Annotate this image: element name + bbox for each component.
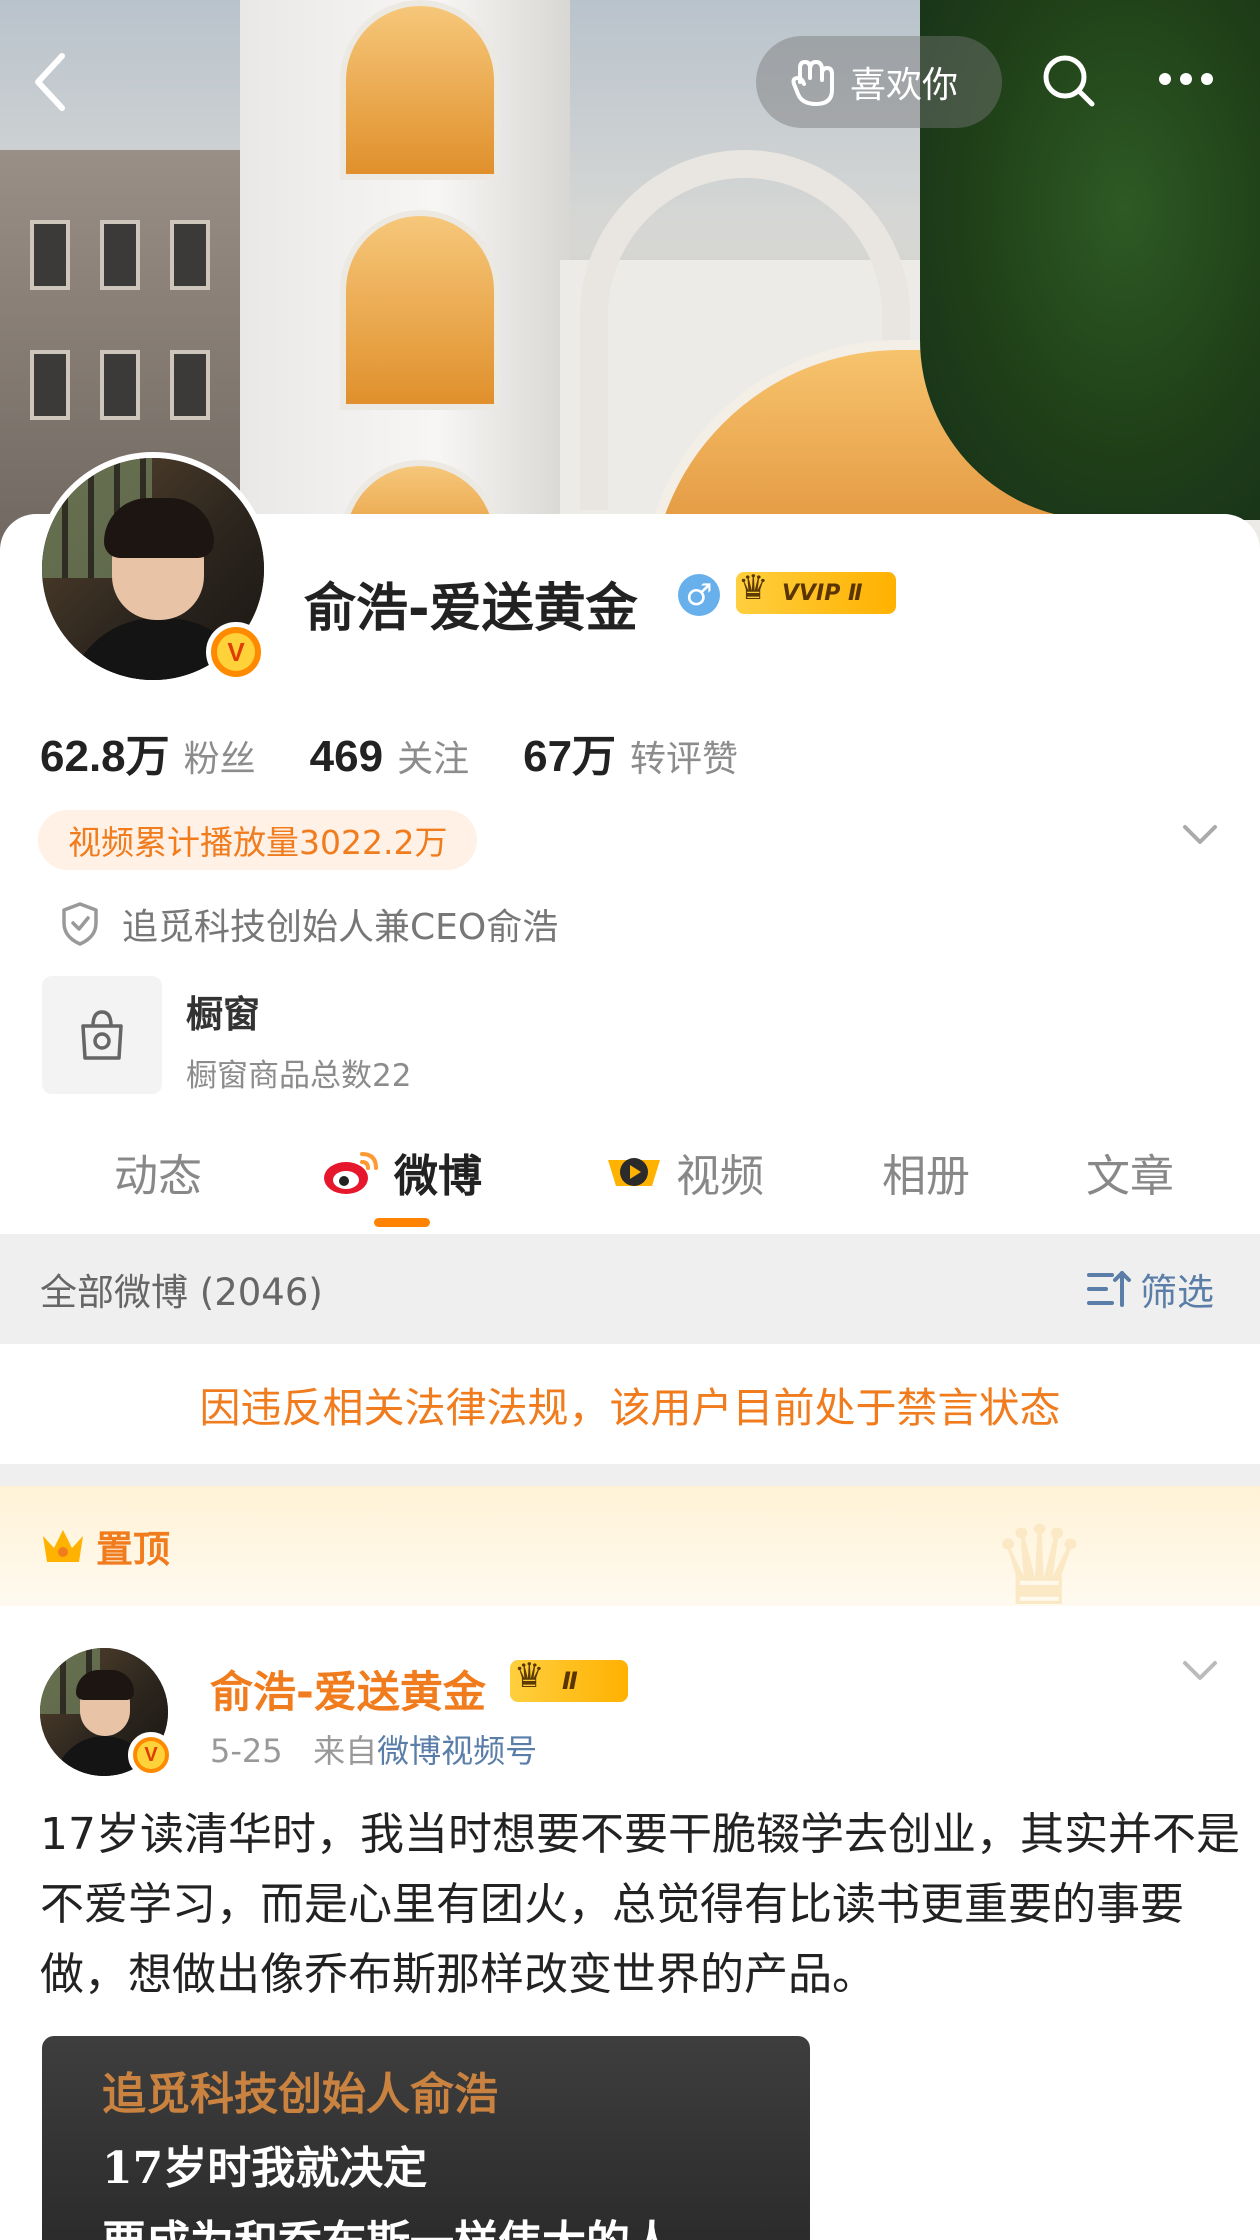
chevron-down-icon[interactable] bbox=[1182, 824, 1218, 846]
vvip-badge[interactable]: ♛ VVIP Ⅱ bbox=[736, 568, 896, 614]
vvip-label: VVIP Ⅱ bbox=[782, 580, 863, 606]
hand-wave-icon bbox=[791, 60, 834, 106]
post-verified-badge-icon: V bbox=[128, 1732, 174, 1778]
profile-tabs: 动态 微博 视频 相册 文章 bbox=[0, 1140, 1260, 1234]
all-weibo-count[interactable]: 全部微博 (2046) bbox=[40, 1262, 323, 1316]
filter-label: 筛选 bbox=[1140, 1271, 1214, 1314]
filter-icon bbox=[1087, 1271, 1131, 1307]
post-menu-chevron-icon[interactable] bbox=[1182, 1660, 1218, 1682]
stat-interactions[interactable]: 67万 转评赞 bbox=[523, 720, 738, 784]
search-icon[interactable] bbox=[1040, 52, 1098, 110]
thumbnail-line-2: 17岁时我就决定 bbox=[102, 2143, 428, 2194]
stat-label: 转评赞 bbox=[630, 739, 739, 780]
section-divider bbox=[0, 1464, 1260, 1486]
thumbnail-line-1: 追觅科技创始人俞浩 bbox=[102, 2069, 498, 2120]
tab-video[interactable]: 视频 bbox=[604, 1140, 764, 1204]
verification-info: 追觅科技创始人兼CEO俞浩 bbox=[60, 898, 558, 950]
weibo-filter-bar: 全部微博 (2046) 筛选 bbox=[0, 1234, 1260, 1344]
post-vip-label: Ⅱ bbox=[562, 1667, 578, 1695]
profile-stats: 62.8万 粉丝 469 关注 67万 转评赞 bbox=[40, 720, 792, 784]
verified-badge-icon: V bbox=[206, 622, 266, 682]
post-video-thumbnail[interactable]: 追觅科技创始人俞浩 17岁时我就决定 要成为和乔布斯一样伟大的人 bbox=[42, 2036, 810, 2240]
thumbnail-line-3: 要成为和乔布斯一样伟大的人 bbox=[102, 2206, 750, 2240]
weibo-logo-icon bbox=[324, 1152, 378, 1194]
stat-value: 67万 bbox=[523, 732, 617, 781]
pinned-label: 置顶 bbox=[96, 1528, 170, 1571]
post-source-link[interactable]: 微博视频号 bbox=[377, 1732, 537, 1770]
banner-tower bbox=[240, 0, 570, 560]
post-author-name[interactable]: 俞浩-爱送黄金 bbox=[210, 1658, 486, 1720]
pinned-header: 置顶 ♛ bbox=[0, 1486, 1260, 1630]
verification-text: 追觅科技创始人兼CEO俞浩 bbox=[122, 907, 559, 948]
muted-notice: 因违反相关法律法规，该用户目前处于禁言状态 bbox=[0, 1344, 1260, 1464]
crown-icon: ♛ bbox=[738, 568, 769, 608]
tab-album[interactable]: 相册 bbox=[882, 1140, 970, 1204]
pinned-crown-icon bbox=[43, 1530, 83, 1562]
shopping-bag-icon bbox=[81, 1010, 123, 1060]
like-label: 喜欢你 bbox=[850, 65, 959, 106]
like-button[interactable]: 喜欢你 bbox=[756, 36, 1002, 128]
post-content: 17岁读清华时，我当时想要不要干脆辍学去创业，其实并不是不爱学习，而是心里有团火… bbox=[40, 1809, 1240, 2000]
back-icon[interactable] bbox=[30, 52, 70, 112]
shop-window-subtitle: 橱窗商品总数22 bbox=[186, 1058, 412, 1094]
stat-followers[interactable]: 62.8万 粉丝 bbox=[40, 720, 256, 784]
tab-articles[interactable]: 文章 bbox=[1086, 1140, 1174, 1204]
post-source-prefix: 来自 bbox=[313, 1732, 378, 1770]
profile-name: 俞浩-爱送黄金 bbox=[304, 579, 638, 639]
post-meta: 5-25 来自微博视频号 bbox=[210, 1726, 537, 1772]
more-icon[interactable] bbox=[1158, 72, 1214, 86]
video-play-count-badge[interactable]: 视频累计播放量3022.2万 bbox=[38, 810, 478, 870]
shield-icon bbox=[62, 902, 98, 946]
crown-watermark-icon: ♛ bbox=[990, 1502, 1089, 1630]
filter-button[interactable]: 筛选 bbox=[1086, 1262, 1214, 1316]
tab-label: 文章 bbox=[1086, 1151, 1174, 1202]
shop-window-title[interactable]: 橱窗 bbox=[186, 984, 260, 1038]
tab-weibo[interactable]: 微博 bbox=[322, 1140, 482, 1204]
stat-value: 62.8万 bbox=[40, 732, 170, 781]
stat-following[interactable]: 469 关注 bbox=[310, 730, 469, 782]
tab-label: 微博 bbox=[394, 1151, 482, 1202]
crown-icon: ♛ bbox=[514, 1656, 545, 1696]
stat-label: 粉丝 bbox=[183, 739, 256, 780]
shop-window-button[interactable] bbox=[42, 976, 162, 1094]
video-play-icon bbox=[608, 1158, 660, 1186]
stat-label: 关注 bbox=[397, 739, 470, 780]
male-gender-icon: ♂ bbox=[678, 574, 720, 616]
post-date: 5-25 bbox=[210, 1732, 283, 1770]
stat-value: 469 bbox=[309, 732, 384, 781]
tab-label: 动态 bbox=[114, 1151, 202, 1202]
tab-label: 相册 bbox=[882, 1151, 970, 1202]
tab-dynamic[interactable]: 动态 bbox=[114, 1140, 202, 1204]
active-tab-indicator bbox=[374, 1218, 430, 1227]
post-vip-badge: ♛ Ⅱ bbox=[510, 1656, 628, 1702]
tab-label: 视频 bbox=[676, 1151, 764, 1202]
